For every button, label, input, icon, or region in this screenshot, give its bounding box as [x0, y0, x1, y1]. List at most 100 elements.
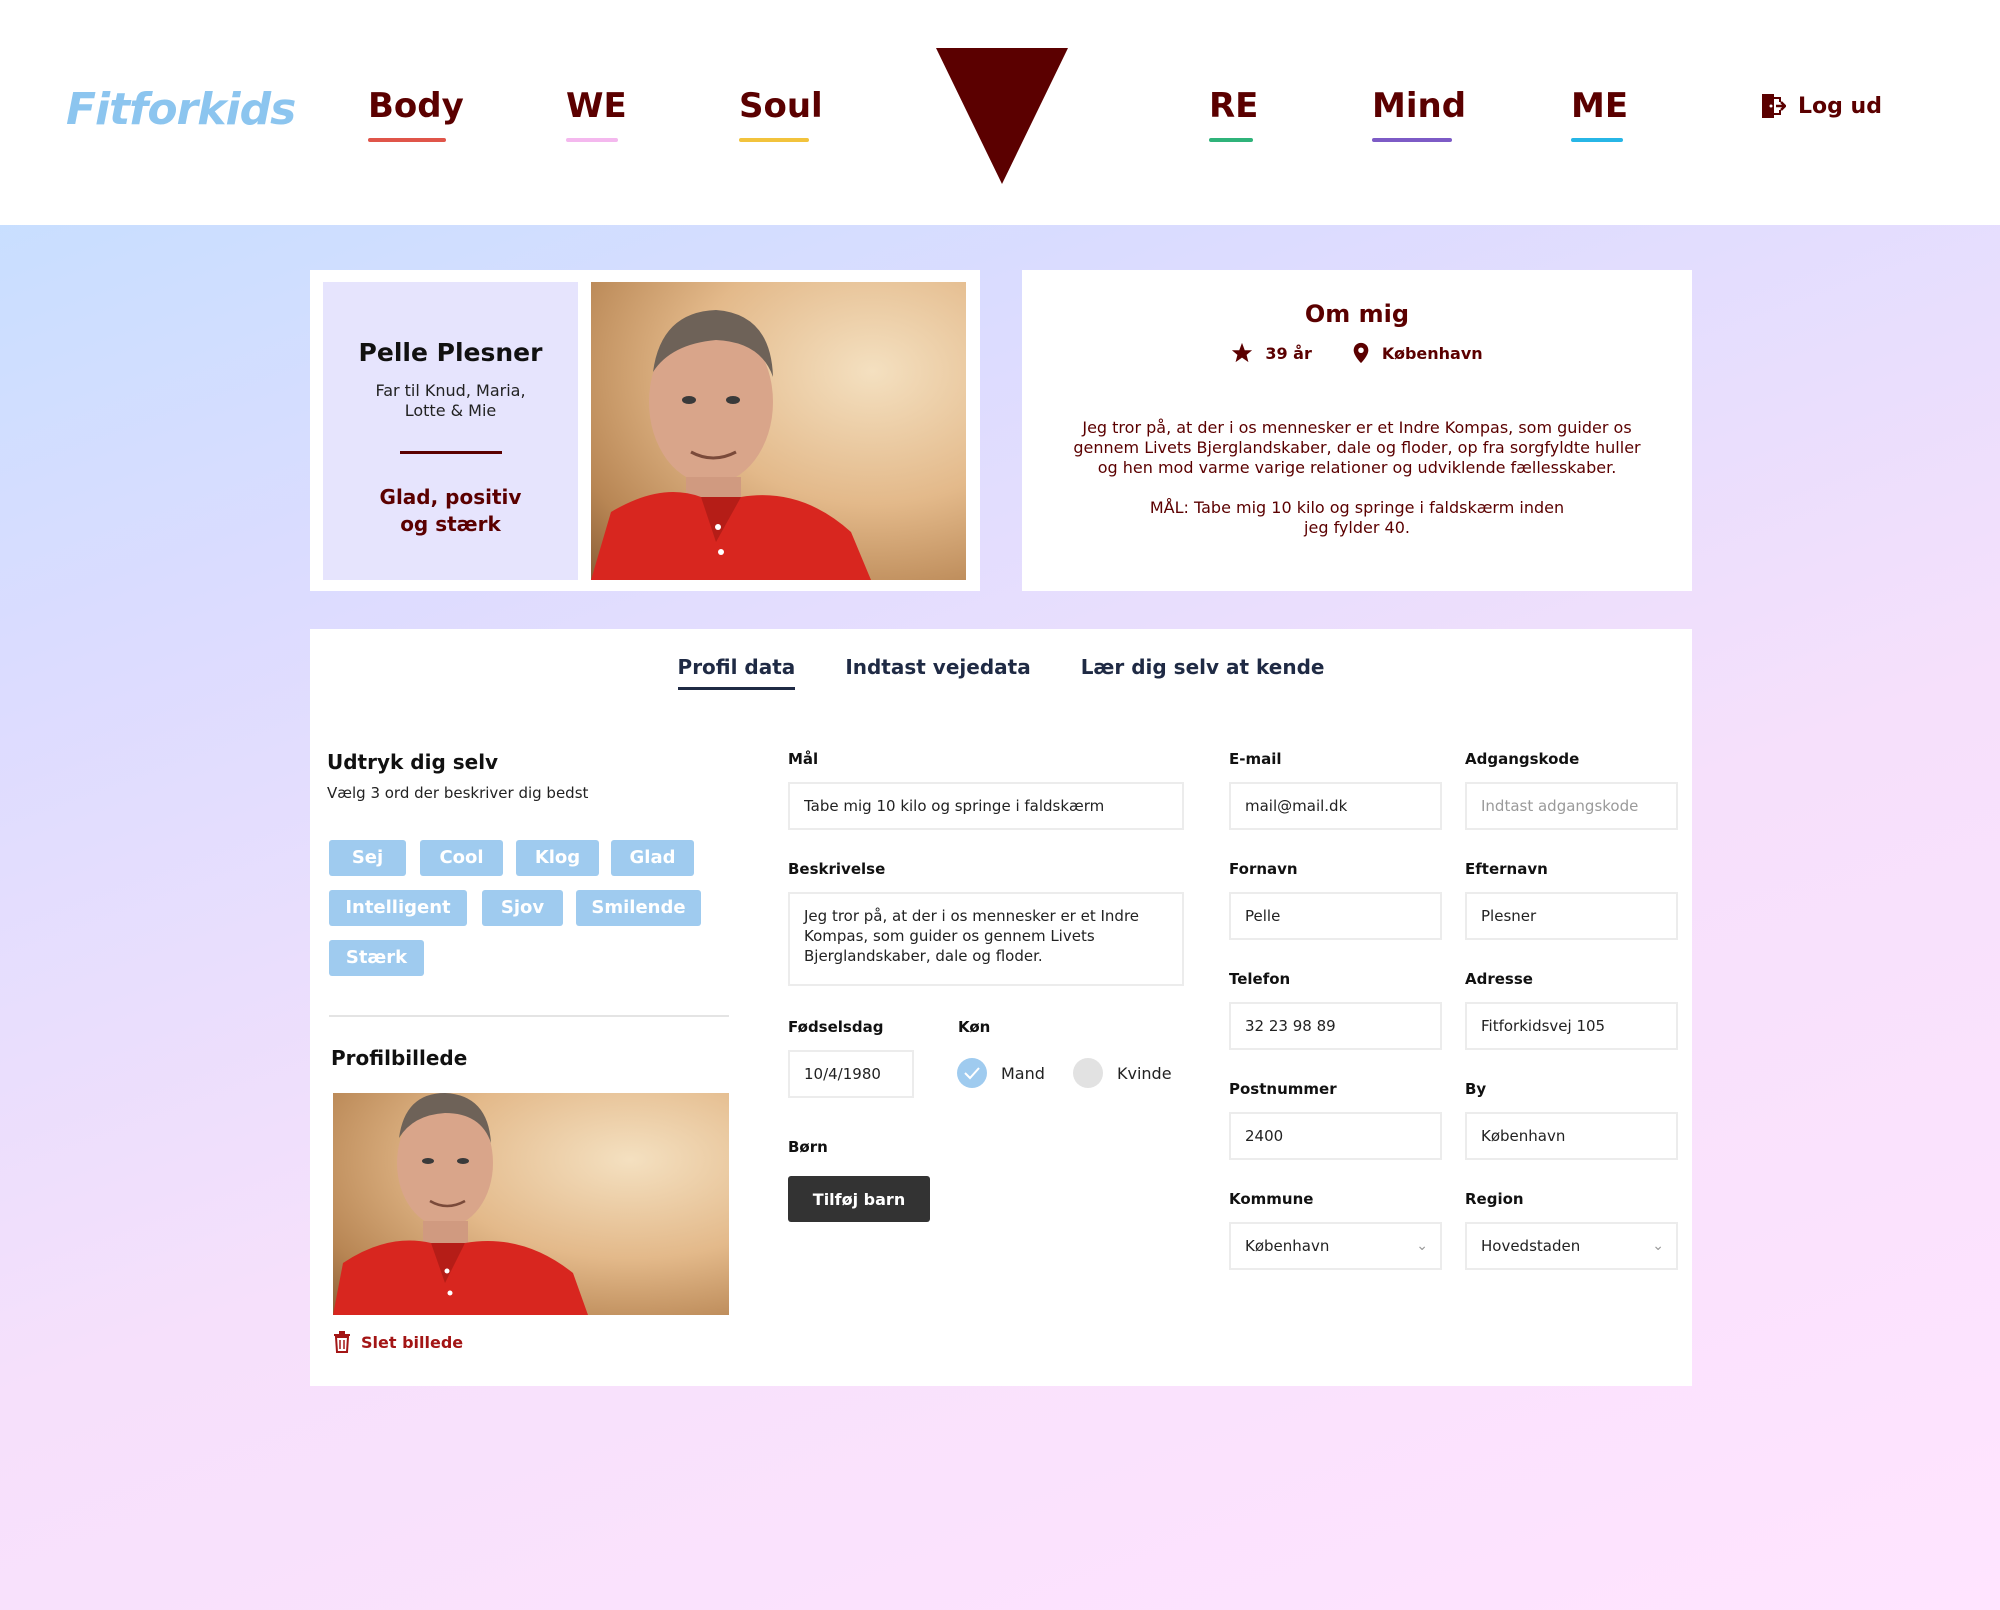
age-text: 39 år	[1265, 343, 1312, 363]
location-pin-icon	[1353, 342, 1369, 364]
email-input[interactable]	[1229, 782, 1442, 830]
chip-staerk[interactable]: Stærk	[329, 940, 424, 976]
gender-option-kvinde[interactable]: Kvinde	[1073, 1058, 1172, 1088]
location-item: København	[1352, 342, 1483, 364]
zip-input[interactable]	[1229, 1112, 1442, 1160]
about-description: Jeg tror på, at der i os mennesker er et…	[1073, 418, 1641, 477]
top-header: Fitforkids Body WE Soul RE Mind ME Log u…	[0, 0, 2000, 225]
tab-profil-data[interactable]: Profil data	[677, 655, 796, 690]
nav-re[interactable]: RE	[1209, 86, 1259, 146]
firstname-label: Fornavn	[1229, 860, 1298, 878]
zip-label: Postnummer	[1229, 1080, 1337, 1098]
nav-me-underline	[1571, 138, 1623, 142]
nav-me-label: ME	[1571, 86, 1629, 126]
nav-we-label: WE	[566, 86, 627, 126]
delete-picture-button[interactable]: Slet billede	[333, 1331, 463, 1353]
description-textarea[interactable]: Jeg tror på, at der i os mennesker er et…	[788, 892, 1184, 986]
goal-input[interactable]	[788, 782, 1184, 830]
star-icon	[1232, 342, 1253, 363]
municipality-select[interactable]: København ⌄	[1229, 1222, 1442, 1270]
location-text: København	[1381, 343, 1483, 363]
gender-kvinde-label: Kvinde	[1117, 1063, 1172, 1083]
lastname-input[interactable]	[1465, 892, 1678, 940]
birthday-label: Fødselsdag	[788, 1018, 884, 1036]
delete-picture-label: Slet billede	[361, 1332, 464, 1352]
profile-motto: Glad, positiv og stærk	[379, 485, 522, 536]
children-label: Børn	[788, 1138, 828, 1156]
chip-smilende[interactable]: Smilende	[576, 890, 701, 926]
chip-glad[interactable]: Glad	[611, 840, 694, 876]
gender-label: Køn	[958, 1018, 991, 1036]
firstname-input[interactable]	[1229, 892, 1442, 940]
gender-option-mand[interactable]: Mand	[957, 1058, 1045, 1088]
profile-picture-preview	[333, 1093, 729, 1315]
radio-unchecked-icon	[1073, 1058, 1103, 1088]
chip-cool[interactable]: Cool	[420, 840, 503, 876]
nav-body-label: Body	[368, 86, 464, 126]
nav-me[interactable]: ME	[1571, 86, 1629, 146]
chip-klog[interactable]: Klog	[516, 840, 599, 876]
chip-sej[interactable]: Sej	[329, 840, 406, 876]
nav-body-underline	[368, 138, 446, 142]
logout-label: Log ud	[1798, 93, 1882, 119]
nav-re-underline	[1209, 138, 1253, 142]
phone-input[interactable]	[1229, 1002, 1442, 1050]
nav-we[interactable]: WE	[566, 86, 627, 146]
goal-label: Mål	[788, 750, 819, 768]
profile-data-card: Profil data Indtast vejedata Lær dig sel…	[310, 629, 1692, 1386]
profile-picture-title: Profilbillede	[331, 1046, 468, 1070]
age-item: 39 år	[1231, 342, 1312, 364]
city-input[interactable]	[1465, 1112, 1678, 1160]
nav-soul-label: Soul	[739, 86, 823, 126]
express-title: Udtryk dig selv	[327, 750, 499, 774]
chevron-down-icon: ⌄	[1652, 1238, 1664, 1254]
nav-mind-label: Mind	[1372, 86, 1467, 126]
profile-info-panel: Pelle Plesner Far til Knud, Maria, Lotte…	[323, 282, 578, 580]
add-child-button[interactable]: Tilføj barn	[788, 1176, 930, 1222]
address-label: Adresse	[1465, 970, 1533, 988]
profile-photo	[591, 282, 966, 580]
municipality-value: København	[1245, 1237, 1330, 1255]
phone-label: Telefon	[1229, 970, 1291, 988]
profile-divider	[399, 451, 502, 454]
city-label: By	[1465, 1080, 1487, 1098]
chip-intelligent[interactable]: Intelligent	[329, 890, 467, 926]
nav-soul[interactable]: Soul	[739, 86, 823, 146]
section-divider	[329, 1015, 729, 1017]
trash-icon	[334, 1331, 350, 1353]
region-label: Region	[1465, 1190, 1524, 1208]
tab-indtast-vejedata[interactable]: Indtast vejedata	[845, 655, 1030, 690]
gender-mand-label: Mand	[1001, 1063, 1045, 1083]
chevron-down-icon: ⌄	[1416, 1238, 1428, 1254]
email-label: E-mail	[1229, 750, 1282, 768]
lastname-label: Efternavn	[1465, 860, 1548, 878]
triangle-logo-icon[interactable]	[936, 48, 1068, 184]
logout-icon	[1762, 94, 1786, 118]
profile-card: Pelle Plesner Far til Knud, Maria, Lotte…	[310, 270, 980, 591]
fitforkids-logo[interactable]: Fitforkids	[66, 84, 296, 135]
tab-bar: Profil data Indtast vejedata Lær dig sel…	[310, 655, 1692, 690]
description-label: Beskrivelse	[788, 860, 886, 878]
password-input[interactable]	[1465, 782, 1678, 830]
about-goal: MÅL: Tabe mig 10 kilo og springe i falds…	[1149, 498, 1565, 537]
nav-body[interactable]: Body	[368, 86, 464, 146]
nav-soul-underline	[739, 138, 809, 142]
address-input[interactable]	[1465, 1002, 1678, 1050]
tab-laer-dig-selv[interactable]: Lær dig selv at kende	[1081, 655, 1325, 690]
logout-button[interactable]: Log ud	[1760, 92, 1882, 120]
region-value: Hovedstaden	[1481, 1237, 1581, 1255]
nav-we-underline	[566, 138, 618, 142]
region-select[interactable]: Hovedstaden ⌄	[1465, 1222, 1678, 1270]
password-label: Adgangskode	[1465, 750, 1580, 768]
profile-name: Pelle Plesner	[358, 338, 543, 367]
nav-re-label: RE	[1209, 86, 1259, 126]
radio-checked-icon	[957, 1058, 987, 1088]
about-title: Om mig	[1304, 300, 1410, 328]
about-meta: 39 år København	[1022, 342, 1692, 364]
nav-mind[interactable]: Mind	[1372, 86, 1467, 146]
express-subtitle: Vælg 3 ord der beskriver dig bedst	[327, 784, 589, 802]
about-card: Om mig 39 år København Jeg tror på, at d…	[1022, 270, 1692, 591]
birthday-input[interactable]	[788, 1050, 914, 1098]
chip-sjov[interactable]: Sjov	[482, 890, 563, 926]
nav-mind-underline	[1372, 138, 1452, 142]
